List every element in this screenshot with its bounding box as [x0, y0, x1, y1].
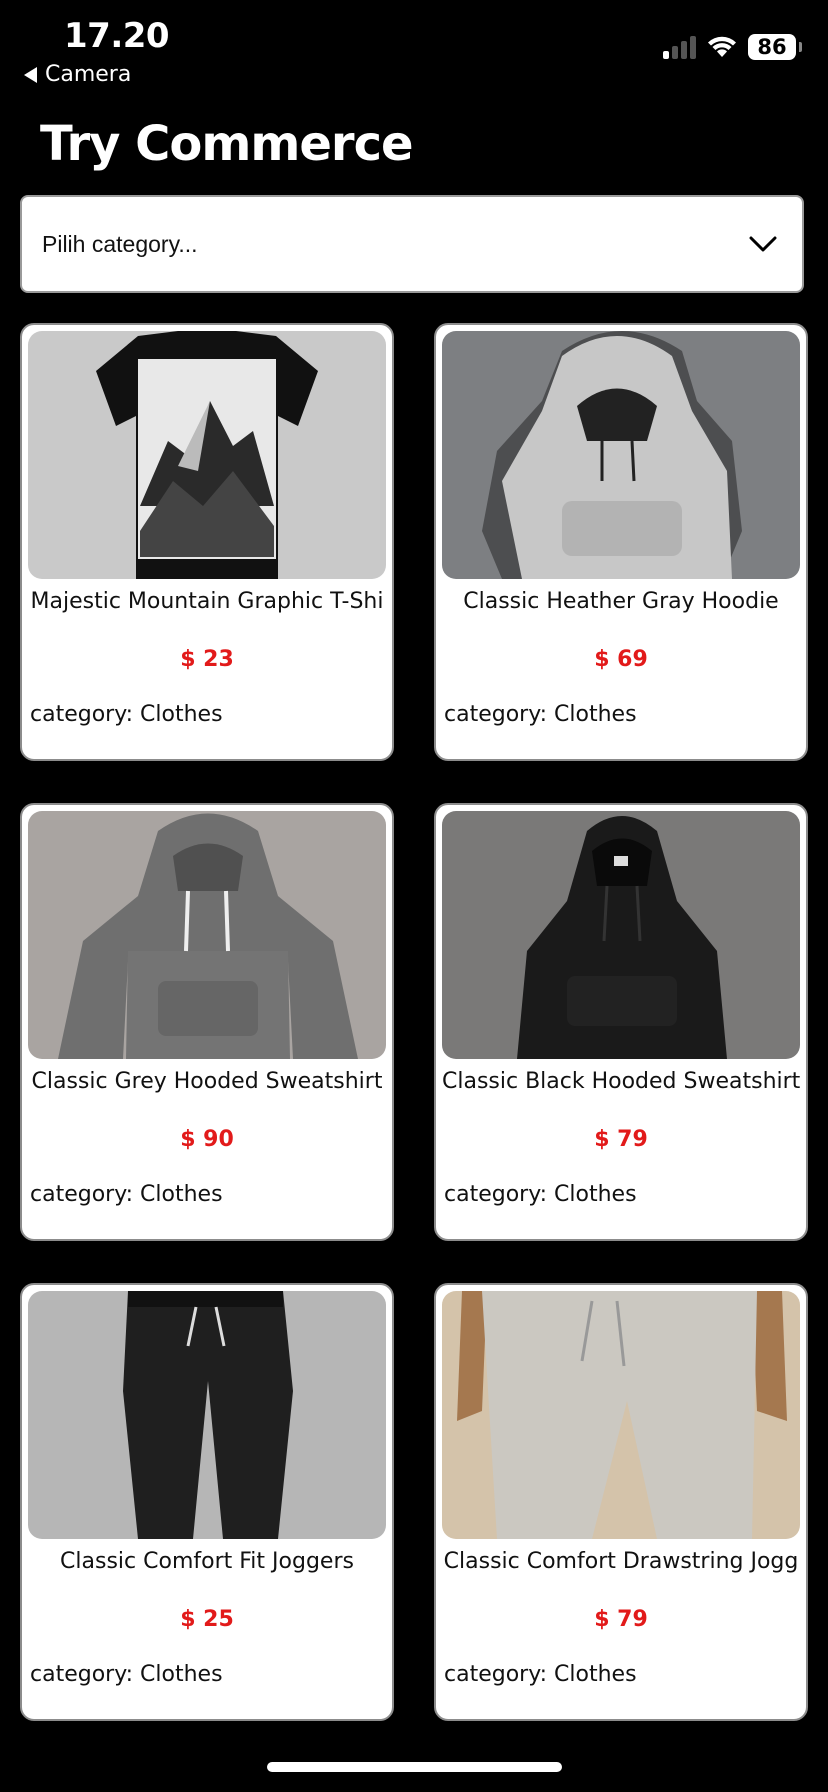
product-card[interactable]: Majestic Mountain Graphic T-Shi $ 23 cat…: [20, 323, 394, 761]
back-to-camera-link[interactable]: Camera: [24, 62, 131, 87]
product-price: $ 25: [180, 1607, 234, 1632]
product-category: category: Clothes: [30, 702, 223, 727]
page-title: Try Commerce: [40, 116, 414, 172]
back-label: Camera: [45, 62, 132, 87]
product-price: $ 23: [180, 647, 234, 672]
product-price: $ 79: [594, 1607, 648, 1632]
product-category: category: Clothes: [30, 1182, 223, 1207]
product-image-black-hoodie: [442, 811, 800, 1059]
product-grid: Majestic Mountain Graphic T-Shi $ 23 cat…: [20, 323, 808, 1721]
status-icons: 86: [663, 34, 802, 60]
product-image-black-joggers: [28, 1291, 386, 1539]
product-category: category: Clothes: [444, 1182, 637, 1207]
category-select-placeholder: Pilih category...: [42, 230, 198, 257]
product-name: Classic Grey Hooded Sweatshirt: [31, 1069, 383, 1094]
product-image-tshirt: [28, 331, 386, 579]
wifi-icon: [708, 36, 736, 57]
product-price: $ 79: [594, 1127, 648, 1152]
signal-icon: [663, 35, 696, 59]
product-category: category: Clothes: [30, 1662, 223, 1687]
home-indicator[interactable]: [267, 1762, 562, 1772]
status-time: 17.20: [64, 16, 170, 56]
product-name: Classic Black Hooded Sweatshirt: [442, 1069, 800, 1094]
product-image-beige-joggers: [442, 1291, 800, 1539]
product-category: category: Clothes: [444, 702, 637, 727]
battery-level: 86: [757, 35, 787, 59]
product-card[interactable]: Classic Grey Hooded Sweatshirt $ 90 cate…: [20, 803, 394, 1241]
product-card[interactable]: Classic Black Hooded Sweatshirt $ 79 cat…: [434, 803, 808, 1241]
product-name: Classic Comfort Fit Joggers: [60, 1549, 354, 1574]
back-arrow-icon: [24, 66, 37, 83]
product-name: Classic Comfort Drawstring Jogg: [443, 1549, 799, 1574]
chevron-down-icon: [748, 235, 778, 253]
product-card[interactable]: Classic Comfort Drawstring Jogg $ 79 cat…: [434, 1283, 808, 1721]
product-name: Majestic Mountain Graphic T-Shi: [30, 589, 384, 614]
product-card[interactable]: Classic Comfort Fit Joggers $ 25 categor…: [20, 1283, 394, 1721]
product-price: $ 90: [180, 1127, 234, 1152]
battery-icon: 86: [748, 34, 802, 60]
product-card[interactable]: Classic Heather Gray Hoodie $ 69 categor…: [434, 323, 808, 761]
product-image-gray-hoodie: [442, 331, 800, 579]
product-image-grey-hoodie: [28, 811, 386, 1059]
category-select[interactable]: Pilih category...: [20, 195, 804, 293]
product-category: category: Clothes: [444, 1662, 637, 1687]
product-name: Classic Heather Gray Hoodie: [463, 589, 779, 614]
product-price: $ 69: [594, 647, 648, 672]
